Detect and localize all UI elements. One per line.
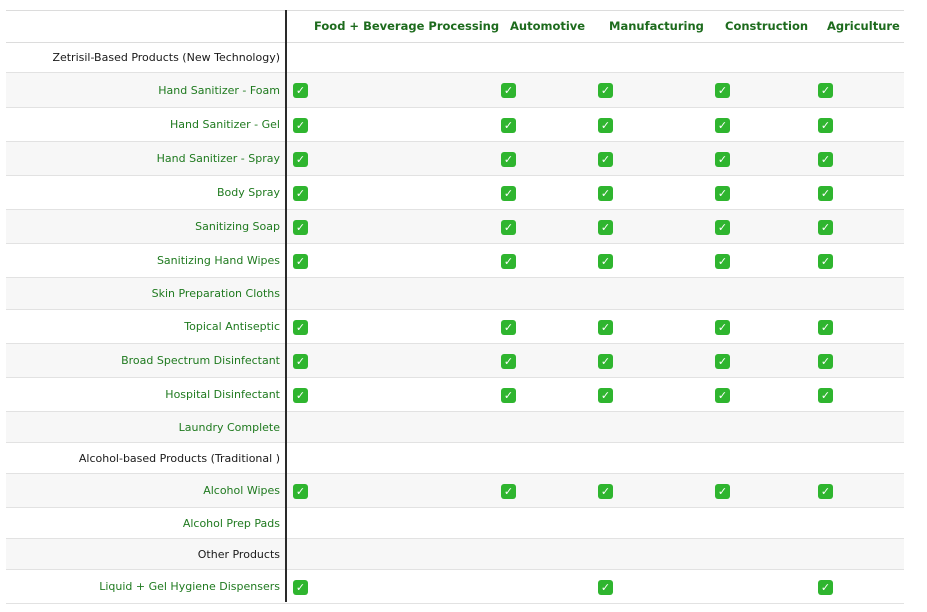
product-label: Hospital Disinfectant (165, 388, 280, 401)
checkmark-icon-construction: ✓ (715, 388, 730, 403)
column-header-food-beverage: Food + Beverage Processing (314, 19, 500, 33)
product-label: Topical Antiseptic (184, 320, 280, 333)
table-row: Hospital Disinfectant ✓ ✓ ✓ ✓ ✓ (6, 378, 904, 412)
checkmark-icon-agriculture: ✓ (818, 484, 833, 499)
checkmark-icon-construction: ✓ (715, 186, 730, 201)
column-divider (285, 10, 287, 602)
section-label: Zetrisil-Based Products (New Technology) (52, 51, 280, 64)
table-row: Topical Antiseptic ✓ ✓ ✓ ✓ ✓ (6, 310, 904, 344)
table-row: Sanitizing Hand Wipes ✓ ✓ ✓ ✓ ✓ (6, 244, 904, 278)
checkmark-icon-automotive: ✓ (501, 320, 516, 335)
product-label: Alcohol Prep Pads (182, 516, 280, 530)
section-header-row: Alcohol-based Products (Traditional ) (6, 443, 904, 474)
checkmark-icon-manufacturing: ✓ (598, 388, 613, 403)
checkmark-icon-manufacturing: ✓ (598, 484, 613, 499)
table-row: Skin Preparation Cloths (6, 278, 904, 310)
checkmark-icon-manufacturing: ✓ (598, 118, 613, 133)
product-label: Hand Sanitizer - Foam (158, 83, 280, 97)
checkmark-icon-agriculture: ✓ (818, 580, 833, 595)
checkmark-icon-automotive: ✓ (501, 388, 516, 403)
checkmark-icon-manufacturing: ✓ (598, 580, 613, 595)
table-row: Alcohol Wipes ✓ ✓ ✓ ✓ ✓ (6, 474, 904, 508)
checkmark-icon-automotive: ✓ (501, 152, 516, 167)
column-header-manufacturing: Manufacturing (609, 19, 704, 33)
checkmark-icon-automotive: ✓ (501, 83, 516, 98)
checkmark-icon-food-beverage: ✓ (293, 186, 308, 201)
checkmark-icon-construction: ✓ (715, 152, 730, 167)
section-label: Alcohol-based Products (Traditional ) (78, 451, 280, 465)
checkmark-icon-automotive: ✓ (501, 118, 516, 133)
table-row: Hand Sanitizer - Spray ✓ ✓ ✓ ✓ ✓ (6, 142, 904, 176)
product-label: Body Spray (216, 186, 280, 199)
checkmark-icon-construction: ✓ (715, 220, 730, 235)
checkmark-icon-agriculture: ✓ (818, 254, 833, 269)
checkmark-icon-manufacturing: ✓ (598, 354, 613, 369)
checkmark-icon-agriculture: ✓ (818, 83, 833, 98)
table-body: Zetrisil-Based Products (New Technology)… (6, 43, 904, 604)
column-header-agriculture: Agriculture (827, 19, 900, 33)
table-row: Hand Sanitizer - Foam ✓ ✓ ✓ ✓ ✓ (6, 73, 904, 108)
checkmark-icon-manufacturing: ✓ (598, 186, 613, 201)
checkmark-icon-food-beverage: ✓ (293, 152, 308, 167)
checkmark-icon-agriculture: ✓ (818, 354, 833, 369)
table-row: Alcohol Prep Pads (6, 508, 904, 539)
checkmark-icon-automotive: ✓ (501, 354, 516, 369)
checkmark-icon-agriculture: ✓ (818, 220, 833, 235)
checkmark-icon-automotive: ✓ (501, 220, 516, 235)
checkmark-icon-agriculture: ✓ (818, 118, 833, 133)
checkmark-icon-food-beverage: ✓ (293, 354, 308, 369)
checkmark-icon-manufacturing: ✓ (598, 320, 613, 335)
checkmark-icon-automotive: ✓ (501, 186, 516, 201)
section-header-row: Zetrisil-Based Products (New Technology) (6, 43, 904, 73)
checkmark-icon-food-beverage: ✓ (293, 220, 308, 235)
checkmark-icon-food-beverage: ✓ (293, 83, 308, 98)
checkmark-icon-construction: ✓ (715, 320, 730, 335)
checkmark-icon-agriculture: ✓ (818, 152, 833, 167)
checkmark-icon-food-beverage: ✓ (293, 254, 308, 269)
checkmark-icon-agriculture: ✓ (818, 186, 833, 201)
checkmark-icon-construction: ✓ (715, 484, 730, 499)
product-label: Skin Preparation Cloths (151, 287, 280, 300)
product-label: Liquid + Gel Hygiene Dispensers (99, 580, 280, 593)
product-label: Laundry Complete (178, 420, 280, 434)
checkmark-icon-food-beverage: ✓ (293, 118, 308, 133)
checkmark-icon-food-beverage: ✓ (293, 580, 308, 595)
checkmark-icon-manufacturing: ✓ (598, 83, 613, 98)
checkmark-icon-construction: ✓ (715, 83, 730, 98)
checkmark-icon-agriculture: ✓ (818, 388, 833, 403)
checkmark-icon-food-beverage: ✓ (293, 320, 308, 335)
section-label: Other Products (197, 547, 280, 561)
table-row: Hand Sanitizer - Gel ✓ ✓ ✓ ✓ ✓ (6, 108, 904, 142)
checkmark-icon-agriculture: ✓ (818, 320, 833, 335)
product-label: Broad Spectrum Disinfectant (121, 354, 280, 367)
checkmark-icon-food-beverage: ✓ (293, 484, 308, 499)
product-label: Sanitizing Soap (195, 220, 280, 233)
table-row: Body Spray ✓ ✓ ✓ ✓ ✓ (6, 176, 904, 210)
product-label: Hand Sanitizer - Gel (170, 118, 280, 131)
column-header-construction: Construction (725, 19, 809, 33)
table-row: Sanitizing Soap ✓ ✓ ✓ ✓ ✓ (6, 210, 904, 244)
product-label: Hand Sanitizer - Spray (156, 152, 280, 165)
checkmark-icon-construction: ✓ (715, 118, 730, 133)
table-row: Laundry Complete (6, 412, 904, 443)
checkmark-icon-construction: ✓ (715, 254, 730, 269)
checkmark-icon-automotive: ✓ (501, 254, 516, 269)
section-header-row: Other Products (6, 539, 904, 570)
checkmark-icon-manufacturing: ✓ (598, 220, 613, 235)
column-header-automotive: Automotive (510, 19, 586, 33)
checkmark-icon-automotive: ✓ (501, 484, 516, 499)
table-row: Liquid + Gel Hygiene Dispensers ✓ ✓ ✓ (6, 570, 904, 604)
product-label: Alcohol Wipes (203, 484, 280, 497)
table-row: Broad Spectrum Disinfectant ✓ ✓ ✓ ✓ ✓ (6, 344, 904, 378)
product-industry-table: Food + Beverage Processing Automotive Ma… (6, 10, 904, 604)
checkmark-icon-food-beverage: ✓ (293, 388, 308, 403)
checkmark-icon-manufacturing: ✓ (598, 152, 613, 167)
checkmark-icon-manufacturing: ✓ (598, 254, 613, 269)
product-label: Sanitizing Hand Wipes (156, 254, 280, 267)
table-header-row: Food + Beverage Processing Automotive Ma… (6, 10, 904, 43)
checkmark-icon-construction: ✓ (715, 354, 730, 369)
